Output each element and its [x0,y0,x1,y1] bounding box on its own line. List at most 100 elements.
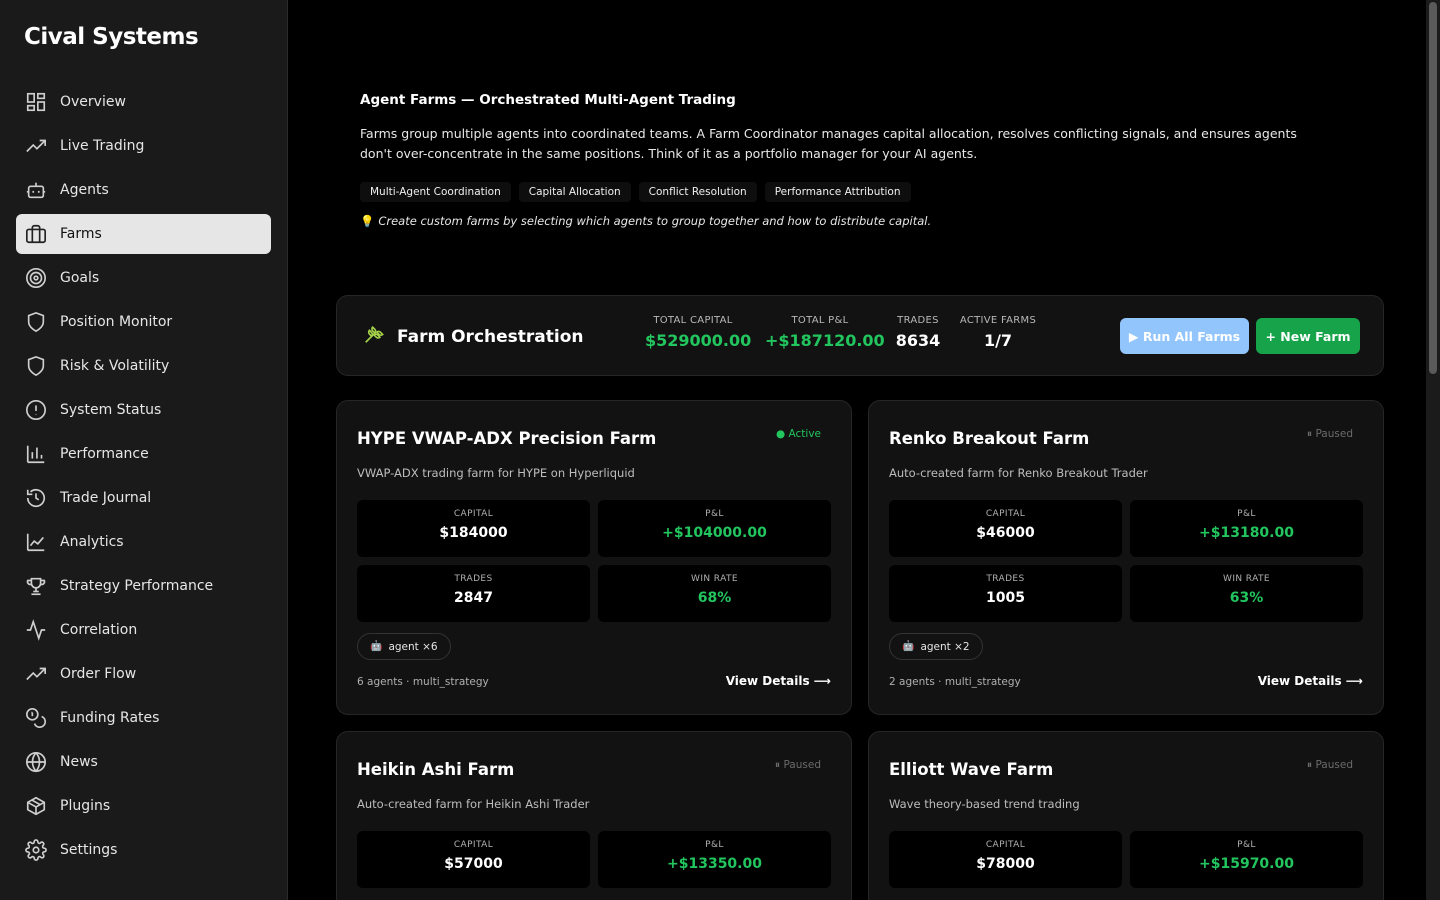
brand-logo[interactable]: Cival Systems [24,24,199,50]
sidebar-item-settings[interactable]: Settings [16,830,271,870]
sidebar-item-label: Order Flow [60,666,137,682]
farm-card[interactable]: Heikin Ashi Farm ⏸ Paused Auto-created f… [336,731,852,900]
view-details-link[interactable]: View Details ⟶ [726,674,831,688]
status-badge: ● Active [776,428,821,440]
line-chart-icon [24,530,48,554]
metric-label: P&L [705,840,724,850]
sidebar-item-risk-volatility[interactable]: Risk & Volatility [16,346,271,386]
metric-label: WIN RATE [691,574,738,584]
sidebar-item-label: Analytics [60,534,124,550]
metric-label: CAPITAL [985,840,1026,850]
scrollbar-thumb[interactable] [1429,2,1437,374]
sidebar-item-correlation[interactable]: Correlation [16,610,271,650]
page-title: Agent Farms — Orchestrated Multi-Agent T… [360,92,736,108]
farm-card[interactable]: Renko Breakout Farm ⏸ Paused Auto-create… [868,400,1384,715]
feature-tag: Multi-Agent Coordination [360,182,511,202]
sidebar-item-label: Agents [60,182,109,198]
metric-value: +$15970.00 [1199,856,1294,872]
sidebar-item-order-flow[interactable]: Order Flow [16,654,271,694]
metric-label: P&L [1237,509,1256,519]
sidebar-item-system-status[interactable]: System Status [16,390,271,430]
target-icon [24,266,48,290]
sidebar-item-label: Live Trading [60,138,145,154]
feature-tags: Multi-Agent Coordination Capital Allocat… [360,182,1320,202]
sidebar-item-trade-journal[interactable]: Trade Journal [16,478,271,518]
metric-label: CAPITAL [453,509,494,519]
stat-value: 1/7 [983,331,1013,350]
feature-tag: Performance Attribution [764,182,911,202]
sidebar-item-position-monitor[interactable]: Position Monitor [16,302,271,342]
sidebar-item-label: Funding Rates [60,710,160,726]
metric-label: TRADES [454,574,493,584]
sidebar-item-label: Risk & Volatility [60,358,170,374]
farm-card[interactable]: Elliott Wave Farm ⏸ Paused Wave theory-b… [868,731,1384,900]
farm-orchestration-panel: Farm Orchestration TOTAL CAPITAL $529000… [336,295,1384,376]
stat-label: TOTAL P&L [791,315,849,326]
stat-value: 8634 [895,331,941,350]
sidebar-item-funding-rates[interactable]: Funding Rates [16,698,271,738]
metric-value: +$13350.00 [667,856,762,872]
sidebar-item-farms[interactable]: Farms [16,214,271,254]
new-farm-button[interactable]: + New Farm [1256,318,1360,354]
sidebar-item-analytics[interactable]: Analytics [16,522,271,562]
alert-circle-icon [24,398,48,422]
sidebar-item-plugins[interactable]: Plugins [16,786,271,826]
feature-tag: Conflict Resolution [638,182,757,202]
metric-label: P&L [705,509,724,519]
metric-label: CAPITAL [985,509,1026,519]
farms-intro: Agent Farms — Orchestrated Multi-Agent T… [360,92,1320,228]
farm-description: VWAP-ADX trading farm for HYPE on Hyperl… [357,466,635,480]
sidebar-item-label: Correlation [60,622,138,638]
sidebar-nav: Overview Live Trading Agents Farms Goals… [16,82,271,874]
sidebar-item-label: News [60,754,98,770]
activity-icon [24,618,48,642]
sidebar-item-label: Overview [60,94,126,110]
globe-icon [24,750,48,774]
orchestration-title-label: Farm Orchestration [397,326,584,347]
farm-description: Auto-created farm for Renko Breakout Tra… [889,466,1148,480]
pnl-metric: P&L +$15970.00 [1130,831,1363,888]
orchestration-title: Farm Orchestration [363,323,584,350]
metric-value: 63% [1229,590,1264,606]
metric-value: +$13180.00 [1199,525,1294,541]
sidebar-item-label: Position Monitor [60,314,173,330]
status-badge: ⏸ Paused [774,759,821,771]
status-badge: ⏸ Paused [1306,759,1353,771]
farm-card[interactable]: HYPE VWAP-ADX Precision Farm ● Active VW… [336,400,852,715]
sidebar-item-label: Settings [60,842,118,858]
metric-label: WIN RATE [1223,574,1270,584]
sidebar-item-strategy-performance[interactable]: Strategy Performance [16,566,271,606]
package-icon [24,794,48,818]
view-details-link[interactable]: View Details ⟶ [1258,674,1363,688]
feature-tag: Capital Allocation [518,182,631,202]
sidebar-item-goals[interactable]: Goals [16,258,271,298]
stat-value: +$187120.00 [765,331,885,350]
capital-metric: CAPITAL $78000 [889,831,1122,888]
stat-label: TRADES [897,315,939,326]
metric-label: TRADES [986,574,1025,584]
pnl-metric: P&L +$13350.00 [598,831,831,888]
bot-icon: 🤖 [370,641,383,652]
metric-value: 68% [697,590,732,606]
farm-footer: 2 agents · multi_strategy [889,676,1021,688]
agent-count-chip[interactable]: 🤖 agent ×6 [357,633,451,660]
stat-label: TOTAL CAPITAL [653,315,733,326]
run-all-farms-button[interactable]: ▶ Run All Farms [1120,318,1249,354]
active-farms-stat: ACTIVE FARMS 1/7 [959,315,1037,350]
sidebar-item-label: Plugins [60,798,111,814]
sidebar-item-news[interactable]: News [16,742,271,782]
win-rate-metric: WIN RATE 63% [1130,565,1363,622]
agent-count-chip[interactable]: 🤖 agent ×2 [889,633,983,660]
sidebar-item-overview[interactable]: Overview [16,82,271,122]
sidebar-item-performance[interactable]: Performance [16,434,271,474]
metric-value: $78000 [976,856,1035,872]
sidebar-item-agents[interactable]: Agents [16,170,271,210]
farm-footer: 6 agents · multi_strategy [357,676,489,688]
trending-up-icon [24,134,48,158]
status-badge: ⏸ Paused [1306,428,1353,440]
sidebar: Cival Systems Overview Live Trading Agen… [0,0,288,900]
sidebar-item-live-trading[interactable]: Live Trading [16,126,271,166]
metric-label: CAPITAL [453,840,494,850]
farm-name: Elliott Wave Farm [889,760,1054,779]
page-scrollbar[interactable] [1426,0,1440,900]
